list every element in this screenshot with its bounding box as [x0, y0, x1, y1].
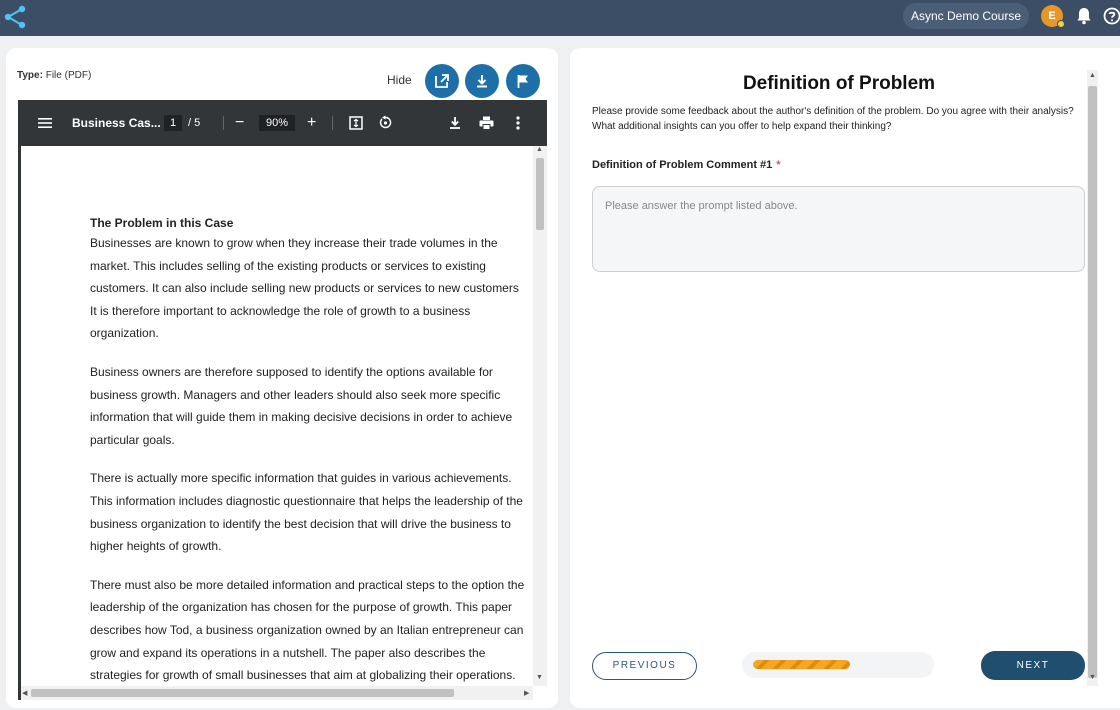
- toolbar-divider: [223, 116, 224, 130]
- section-title: Definition of Problem: [742, 73, 936, 94]
- pdf-filename: Business Cas...: [72, 116, 161, 130]
- scrollbar-thumb[interactable]: [1088, 86, 1097, 678]
- comment-textarea[interactable]: [592, 186, 1085, 272]
- document-line: customers. It can also include selling n…: [90, 281, 519, 296]
- document-line: There must also be more detailed informa…: [90, 577, 525, 592]
- menu-icon[interactable]: [38, 116, 52, 130]
- document-paragraph: There is actually more specific informat…: [90, 467, 540, 557]
- file-type-label: Type: File (PDF): [17, 70, 91, 81]
- top-navbar: Async Demo Course E: [0, 0, 1120, 36]
- course-selector[interactable]: Async Demo Course: [903, 3, 1029, 29]
- type-label-key: Type:: [17, 70, 43, 81]
- required-asterisk: *: [776, 159, 781, 171]
- bell-icon[interactable]: [1076, 7, 1092, 25]
- scroll-up-arrow-icon[interactable]: ▲: [536, 146, 543, 153]
- pdf-viewer: Business Cas... 1 / 5 − 90% + The Proble…: [18, 100, 547, 700]
- flag-icon: [517, 75, 528, 88]
- document-line: strategies for growth of small businesse…: [90, 668, 516, 683]
- document-panel: Type: File (PDF) Hide Business Cas... 1 …: [6, 48, 558, 708]
- feedback-panel: Definition of Problem Please provide som…: [570, 48, 1120, 708]
- help-icon[interactable]: [1103, 7, 1120, 25]
- document-line: information that will guide them in maki…: [90, 410, 513, 425]
- print-icon[interactable]: [479, 116, 494, 130]
- rotate-icon[interactable]: [378, 115, 393, 130]
- document-line: particular goals.: [90, 432, 175, 447]
- page-number-input[interactable]: 1: [164, 115, 182, 131]
- type-label-value: File (PDF): [45, 70, 92, 81]
- panel-scrollbar[interactable]: ▲ ▼: [1087, 70, 1098, 686]
- document-heading: The Problem in this Case: [90, 216, 234, 230]
- scroll-up-arrow-icon[interactable]: ▲: [1089, 72, 1096, 79]
- document-paragraph: Business owners are therefore supposed t…: [90, 361, 540, 451]
- document-line: higher heights of growth.: [90, 539, 222, 554]
- viewer-border: [18, 146, 21, 700]
- document-line: organization.: [90, 326, 159, 341]
- next-button[interactable]: NEXT: [981, 651, 1085, 680]
- open-external-icon: [435, 74, 449, 88]
- page-total: / 5: [188, 117, 201, 129]
- document-line: market. This includes selling of the exi…: [90, 258, 486, 273]
- toolbar-divider: [332, 116, 333, 130]
- more-options-icon[interactable]: [516, 116, 520, 130]
- scroll-right-arrow-icon[interactable]: ▶: [524, 689, 529, 697]
- zoom-out-button[interactable]: −: [235, 100, 244, 146]
- comment-field-label: Definition of Problem Comment #1 *: [592, 159, 781, 171]
- document-line: business growth. Managers and other lead…: [90, 387, 501, 402]
- prompt-line: What additional insights can you offer t…: [592, 120, 892, 132]
- document-line: Business owners are therefore supposed t…: [90, 364, 493, 379]
- scroll-down-arrow-icon[interactable]: ▼: [1089, 674, 1096, 681]
- scroll-left-arrow-icon[interactable]: ◀: [22, 689, 27, 697]
- scroll-down-arrow-icon[interactable]: ▼: [536, 674, 543, 681]
- document-line: describes how Tod, a business organizati…: [90, 622, 524, 637]
- previous-button[interactable]: PREVIOUS: [592, 652, 697, 680]
- document-line: grow and expand its operations in a nuts…: [90, 645, 486, 660]
- document-line: business organization to identify the be…: [90, 516, 511, 531]
- zoom-in-button[interactable]: +: [307, 100, 316, 146]
- flag-button[interactable]: [506, 64, 540, 98]
- document-line: It is therefore important to acknowledge…: [90, 303, 471, 318]
- download-icon: [477, 75, 487, 88]
- comment-label-text: Definition of Problem Comment #1: [592, 159, 773, 171]
- document-line: Businesses are known to grow when they i…: [90, 236, 498, 250]
- pdf-horizontal-scrollbar[interactable]: ◀ ▶: [21, 686, 533, 700]
- app-logo-icon[interactable]: [2, 4, 28, 30]
- progress-bar: [742, 652, 934, 678]
- prompt-description: Please provide some feedback about the a…: [592, 105, 1092, 134]
- fit-page-icon[interactable]: [349, 116, 363, 130]
- status-dot: [1057, 20, 1065, 28]
- pdf-page-content: The Problem in this Case Businesses are …: [90, 216, 540, 700]
- document-paragraph: There must also be more detailed informa…: [90, 574, 540, 687]
- document-paragraph: Businesses are known to grow when they i…: [90, 232, 540, 345]
- scrollbar-thumb[interactable]: [31, 689, 454, 697]
- progress-bar-track: [753, 660, 923, 669]
- pdf-download-icon[interactable]: [448, 116, 462, 130]
- pdf-toolbar: Business Cas... 1 / 5 − 90% +: [18, 100, 547, 146]
- document-line: leadership of the organization has chose…: [90, 600, 513, 615]
- scrollbar-thumb[interactable]: [536, 158, 544, 230]
- pdf-vertical-scrollbar[interactable]: ▲ ▼: [533, 146, 547, 686]
- progress-bar-fill: [753, 660, 850, 669]
- open-external-button[interactable]: [425, 64, 459, 98]
- document-line: This information includes diagnostic que…: [90, 493, 523, 508]
- document-line: There is actually more specific informat…: [90, 471, 512, 486]
- prompt-line: Please provide some feedback about the a…: [592, 106, 1074, 117]
- zoom-level-input[interactable]: 90%: [259, 115, 295, 131]
- download-button[interactable]: [465, 64, 499, 98]
- hide-link[interactable]: Hide: [387, 73, 412, 87]
